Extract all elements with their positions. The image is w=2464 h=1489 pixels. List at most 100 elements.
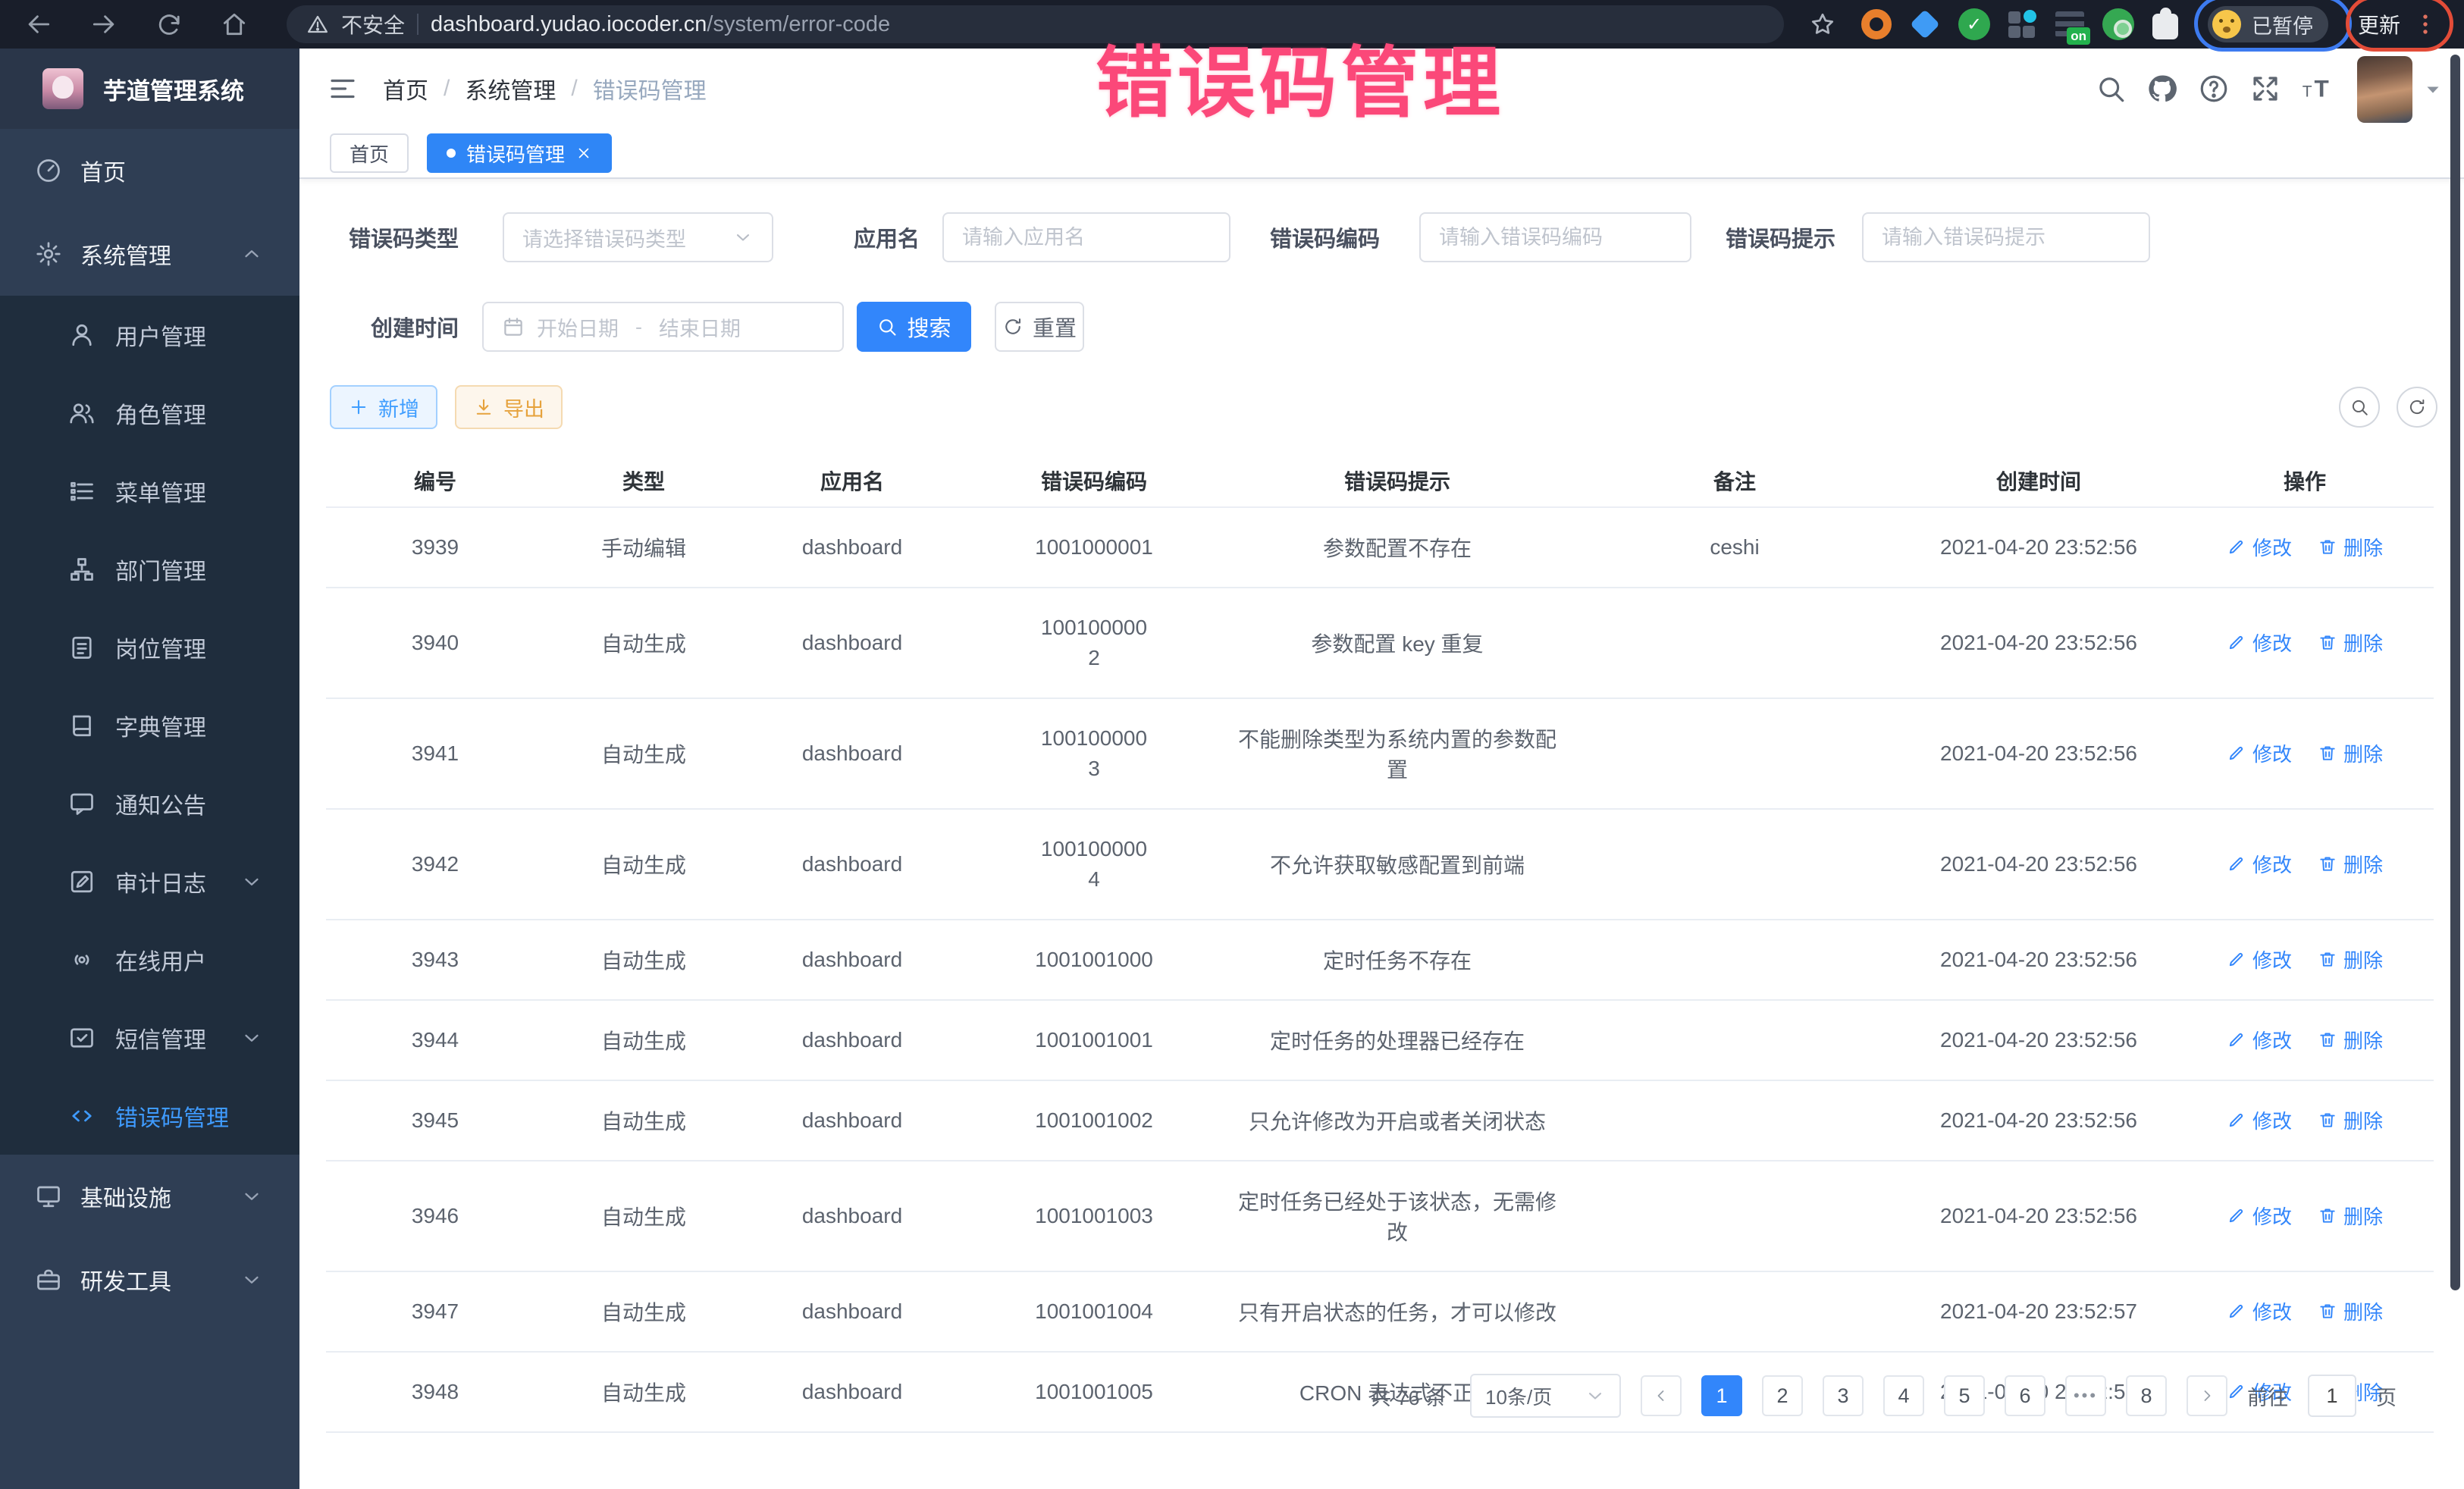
pages-ellipsis[interactable]: •••	[2065, 1375, 2106, 1416]
toggle-search-button[interactable]	[2339, 387, 2380, 428]
next-page-button[interactable]	[2187, 1375, 2227, 1416]
bookmark-star-icon[interactable]	[1809, 11, 1836, 38]
delete-link[interactable]: 删除	[2318, 1297, 2383, 1325]
edit-link[interactable]: 修改	[2227, 1106, 2292, 1134]
edit-icon	[2227, 537, 2246, 556]
chevron-right-icon	[2198, 1387, 2216, 1405]
export-button[interactable]: 导出	[455, 385, 563, 429]
forward-icon[interactable]	[89, 10, 118, 39]
cell-code: 1001001005	[961, 1352, 1227, 1432]
goto-page-input[interactable]	[2308, 1375, 2356, 1417]
delete-link[interactable]: 删除	[2318, 1106, 2383, 1134]
error-code-input[interactable]	[1439, 226, 1672, 249]
sidebar-item-部门管理[interactable]: 部门管理	[0, 530, 299, 608]
delete-link[interactable]: 删除	[2318, 739, 2383, 767]
delete-link[interactable]: 删除	[2318, 945, 2383, 973]
grid-extension-icon[interactable]	[2008, 10, 2037, 39]
fontsize-icon[interactable]: TT	[2301, 73, 2333, 105]
menu-label: 首页	[80, 154, 126, 187]
puzzle-extension-icon[interactable]	[2152, 14, 2178, 39]
tag-home[interactable]: 首页	[330, 133, 409, 173]
sidebar-item-研发工具[interactable]: 研发工具	[0, 1238, 299, 1321]
scrollbar-thumb[interactable]	[2450, 55, 2460, 1290]
tag-error-code[interactable]: 错误码管理	[427, 133, 612, 173]
page-button-1[interactable]: 1	[1701, 1375, 1742, 1416]
sidebar-item-系统管理[interactable]: 系统管理	[0, 212, 299, 296]
reset-button[interactable]: 重置	[995, 302, 1084, 352]
delete-link[interactable]: 删除	[2318, 850, 2383, 878]
error-code-field[interactable]	[1419, 212, 1691, 262]
sidebar-item-审计日志[interactable]: 审计日志	[0, 842, 299, 920]
delete-link[interactable]: 删除	[2318, 533, 2383, 561]
prev-page-button[interactable]	[1641, 1375, 1682, 1416]
green-check-extension-icon[interactable]	[1958, 8, 1990, 40]
goto-label: 前往	[2247, 1381, 2288, 1411]
error-msg-input[interactable]	[1882, 226, 2130, 249]
edit-link[interactable]: 修改	[2227, 629, 2292, 657]
column-header: 编号	[326, 455, 544, 507]
page-size-select[interactable]: 10条/页	[1470, 1374, 1621, 1418]
error-type-select[interactable]: 请选择错误码类型	[503, 212, 773, 262]
refresh-table-button[interactable]	[2397, 387, 2437, 428]
orange-ring-extension-icon[interactable]	[1861, 9, 1892, 39]
edit-link[interactable]: 修改	[2227, 945, 2292, 973]
update-button[interactable]: 更新	[2358, 8, 2438, 41]
search-icon[interactable]	[2095, 73, 2127, 105]
sidebar-item-用户管理[interactable]: 用户管理	[0, 296, 299, 374]
sidebar-item-在线用户[interactable]: 在线用户	[0, 920, 299, 998]
menu-label: 字典管理	[115, 709, 206, 742]
page-button-5[interactable]: 5	[1944, 1375, 1985, 1416]
sidebar-item-菜单管理[interactable]: 菜单管理	[0, 452, 299, 530]
edit-link[interactable]: 修改	[2227, 1202, 2292, 1230]
delete-link[interactable]: 删除	[2318, 1202, 2383, 1230]
app-name-input[interactable]	[962, 226, 1211, 249]
delete-icon	[2318, 632, 2337, 652]
profile-chip[interactable]: 已暂停	[2208, 6, 2328, 42]
date-range-picker[interactable]: 开始日期 - 结束日期	[482, 302, 844, 352]
delete-link[interactable]: 删除	[2318, 629, 2383, 657]
on-badge-extension-icon[interactable]: on	[2055, 11, 2084, 37]
error-msg-field[interactable]	[1862, 212, 2150, 262]
sidebar-item-错误码管理[interactable]: 错误码管理	[0, 1077, 299, 1155]
edit-link[interactable]: 修改	[2227, 533, 2292, 561]
sidebar-item-基础设施[interactable]: 基础设施	[0, 1155, 299, 1238]
page-button-3[interactable]: 3	[1823, 1375, 1864, 1416]
page-button-4[interactable]: 4	[1883, 1375, 1924, 1416]
address-bar[interactable]: 不安全 dashboard.yudao.iocoder.cn/system/er…	[287, 5, 1784, 43]
sidebar-item-岗位管理[interactable]: 岗位管理	[0, 608, 299, 686]
sidebar-item-首页[interactable]: 首页	[0, 129, 299, 212]
edit-icon	[2227, 1110, 2246, 1130]
monkey-extension-icon[interactable]	[2102, 8, 2134, 40]
breadcrumb-system[interactable]: 系统管理	[465, 72, 556, 105]
sidebar-item-短信管理[interactable]: 短信管理	[0, 998, 299, 1077]
close-icon[interactable]	[575, 145, 592, 161]
page-button-2[interactable]: 2	[1762, 1375, 1803, 1416]
breadcrumb-home[interactable]: 首页	[383, 72, 428, 105]
sidebar-item-通知公告[interactable]: 通知公告	[0, 764, 299, 842]
sidebar-item-角色管理[interactable]: 角色管理	[0, 374, 299, 452]
app-name-field[interactable]	[942, 212, 1230, 262]
hamburger-icon[interactable]	[327, 73, 359, 105]
menu-kebab-icon[interactable]	[2412, 11, 2438, 37]
code-icon	[68, 1102, 96, 1130]
page-button-6[interactable]: 6	[2005, 1375, 2045, 1416]
edit-link[interactable]: 修改	[2227, 1026, 2292, 1054]
delete-link[interactable]: 删除	[2318, 1026, 2383, 1054]
search-button[interactable]: 搜索	[857, 302, 971, 352]
add-button[interactable]: 新增	[330, 385, 437, 429]
question-icon[interactable]	[2198, 73, 2230, 105]
edit-link[interactable]: 修改	[2227, 739, 2292, 767]
caret-down-icon[interactable]	[2422, 79, 2444, 100]
reload-icon[interactable]	[155, 10, 183, 39]
page-button-8[interactable]: 8	[2126, 1375, 2167, 1416]
edit-link[interactable]: 修改	[2227, 850, 2292, 878]
user-avatar[interactable]	[2357, 56, 2412, 123]
edit-link[interactable]: 修改	[2227, 1297, 2292, 1325]
home-icon[interactable]	[220, 10, 249, 39]
blue-gem-extension-icon[interactable]	[1910, 9, 1940, 39]
sidebar-item-字典管理[interactable]: 字典管理	[0, 686, 299, 764]
back-icon[interactable]	[24, 10, 53, 39]
github-icon[interactable]	[2146, 73, 2178, 105]
fullscreen-icon[interactable]	[2249, 73, 2281, 105]
browser-window: 不安全 dashboard.yudao.iocoder.cn/system/er…	[0, 0, 2464, 1489]
